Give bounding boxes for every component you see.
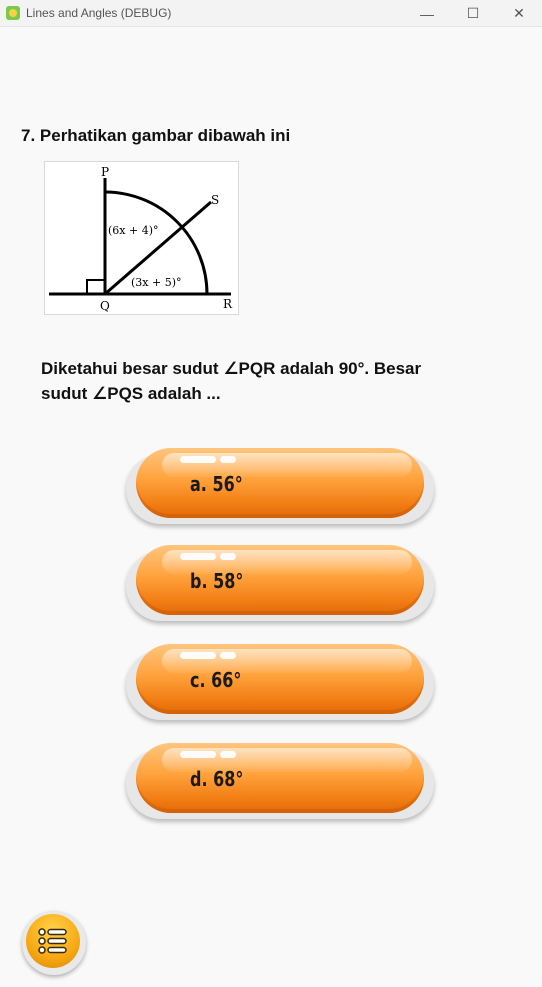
- window-title: Lines and Angles (DEBUG): [26, 6, 172, 20]
- title-bar: Lines and Angles (DEBUG) — ☐ ✕: [0, 0, 542, 27]
- gloss-dot: [220, 652, 236, 659]
- question-title: 7. Perhatikan gambar dibawah ini: [21, 126, 291, 145]
- menu-button[interactable]: [22, 911, 86, 975]
- list-icon: [38, 928, 67, 954]
- right-angle-mark: [86, 279, 105, 294]
- angle-diagram: P S Q R (6x + 4)° (3x + 5)°: [49, 165, 233, 313]
- gloss-dot: [180, 652, 216, 659]
- option-pill[interactable]: c. 66°: [136, 644, 424, 714]
- option-d-button[interactable]: d. 68°: [126, 741, 434, 821]
- minimize-button[interactable]: —: [404, 0, 450, 27]
- label-s: S: [211, 193, 219, 207]
- label-r: R: [223, 297, 233, 311]
- gloss-dot: [220, 751, 236, 758]
- option-a-label: a. 56°: [190, 472, 243, 496]
- menu-button-face[interactable]: [26, 914, 80, 968]
- option-c-button[interactable]: c. 66°: [126, 642, 434, 722]
- label-q: Q: [100, 299, 110, 313]
- label-angle-sqr: (3x + 5)°: [131, 276, 182, 289]
- option-pill[interactable]: d. 68°: [136, 743, 424, 813]
- option-b-button[interactable]: b. 58°: [126, 543, 434, 623]
- label-p: P: [101, 165, 109, 179]
- gloss-dot: [220, 553, 236, 560]
- app-icon: [6, 6, 20, 20]
- question-statement: Diketahui besar sudut ∠PQR adalah 90°. B…: [41, 359, 422, 403]
- close-button[interactable]: ✕: [496, 0, 542, 27]
- gloss-dot: [180, 456, 216, 463]
- gloss-dot: [220, 456, 236, 463]
- option-pill[interactable]: b. 58°: [136, 545, 424, 615]
- option-a-button[interactable]: a. 56°: [126, 446, 434, 526]
- option-pill[interactable]: a. 56°: [136, 448, 424, 518]
- option-c-label: c. 66°: [190, 668, 242, 692]
- option-b-label: b. 58°: [190, 569, 244, 593]
- gloss-dot: [180, 553, 216, 560]
- label-angle-pqs: (6x + 4)°: [108, 224, 159, 237]
- angle-figure: P S Q R (6x + 4)° (3x + 5)°: [44, 161, 239, 315]
- option-d-label: d. 68°: [190, 767, 244, 791]
- gloss-dot: [180, 751, 216, 758]
- maximize-button[interactable]: ☐: [450, 0, 496, 27]
